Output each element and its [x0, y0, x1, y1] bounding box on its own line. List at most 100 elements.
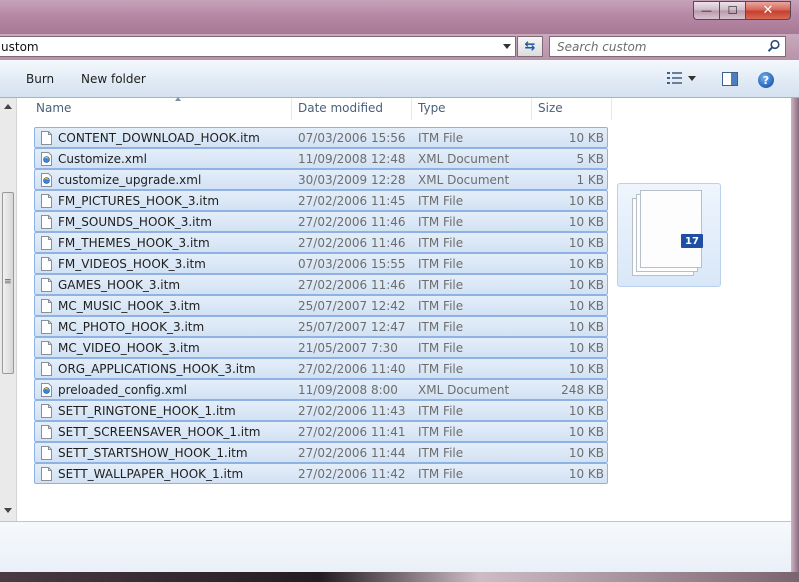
window-border [791, 98, 799, 582]
file-name: Customize.xml [58, 152, 147, 166]
itm-file-icon [41, 194, 52, 208]
scroll-up-icon[interactable] [4, 104, 12, 109]
file-row[interactable]: MC_VIDEO_HOOK_3.itm 21/05/2007 7:30 ITM Fi… [34, 337, 608, 358]
column-header-date[interactable]: Date modified [292, 98, 412, 120]
file-date-modified: 27/02/2006 11:42 [298, 467, 406, 481]
command-bar: Burn New folder [0, 60, 799, 98]
itm-file-icon [41, 320, 52, 334]
column-header-type-label: Type [418, 101, 446, 115]
navigation-pane-scrollbar[interactable]: ≡ [0, 98, 17, 521]
file-name: SETT_STARTSHOW_HOOK_1.itm [58, 446, 248, 460]
file-row[interactable]: FM_VIDEOS_HOOK_3.itm 07/03/2006 15:55 ITM … [34, 253, 608, 274]
new-folder-button[interactable]: New folder [81, 72, 146, 86]
change-view-button[interactable] [667, 72, 696, 84]
file-row[interactable]: SETT_WALLPAPER_HOOK_1.itm 27/02/2006 11:4… [34, 463, 608, 484]
file-name: SETT_SCREENSAVER_HOOK_1.itm [58, 425, 261, 439]
file-name: FM_THEMES_HOOK_3.itm [58, 236, 210, 250]
file-row[interactable]: SETT_SCREENSAVER_HOOK_1.itm 27/02/2006 11… [34, 421, 608, 442]
address-history-dropdown-icon[interactable] [503, 44, 511, 49]
file-name: FM_VIDEOS_HOOK_3.itm [58, 257, 206, 271]
file-name: ORG_APPLICATIONS_HOOK_3.itm [58, 362, 256, 376]
file-size: 10 KB [568, 320, 604, 334]
file-size: 10 KB [568, 467, 604, 481]
file-type: ITM File [418, 257, 464, 271]
file-row[interactable]: FM_THEMES_HOOK_3.itm 27/02/2006 11:46 ITM … [34, 232, 608, 253]
file-date-modified: 27/02/2006 11:46 [298, 215, 406, 229]
help-button[interactable]: ? [758, 72, 774, 88]
minimize-button[interactable]: — [693, 1, 719, 20]
file-name: preloaded_config.xml [58, 383, 187, 397]
itm-file-icon [41, 404, 52, 418]
file-type: ITM File [418, 404, 464, 418]
file-row[interactable]: SETT_RINGTONE_HOOK_1.itm 27/02/2006 11:43… [34, 400, 608, 421]
file-name: FM_PICTURES_HOOK_3.itm [58, 194, 220, 208]
file-name: MC_MUSIC_HOOK_3.itm [58, 299, 201, 313]
file-name: FM_SOUNDS_HOOK_3.itm [58, 215, 212, 229]
file-row[interactable]: SETT_STARTSHOW_HOOK_1.itm 27/02/2006 11:4… [34, 442, 608, 463]
refresh-icon: ⇆ [524, 39, 536, 54]
file-date-modified: 27/02/2006 11:40 [298, 362, 406, 376]
maximize-button[interactable]: ☐ [719, 1, 745, 20]
file-size: 10 KB [568, 257, 604, 271]
details-view-icon [667, 72, 682, 84]
itm-file-icon [41, 299, 52, 313]
search-icon[interactable] [767, 39, 781, 53]
close-button[interactable]: ✕ [745, 1, 791, 20]
file-row[interactable]: CONTENT_DOWNLOAD_HOOK.itm 07/03/2006 15:5… [34, 127, 608, 148]
grip-icon: ≡ [4, 277, 12, 287]
column-header-size[interactable]: Size [532, 98, 612, 120]
file-row[interactable]: GAMES_HOOK_3.itm 27/02/2006 11:46 ITM File… [34, 274, 608, 295]
scroll-down-icon[interactable] [4, 508, 12, 513]
xml-file-icon [41, 383, 52, 397]
column-header-size-label: Size [538, 101, 563, 115]
column-header-type[interactable]: Type [412, 98, 532, 120]
selected-count-badge: 17 [681, 234, 703, 248]
file-row[interactable]: customize_upgrade.xml 30/03/2009 12:28 XML… [34, 169, 608, 190]
column-header-name[interactable]: Name [30, 98, 292, 120]
file-date-modified: 27/02/2006 11:43 [298, 404, 406, 418]
xml-file-icon [41, 173, 52, 187]
file-type: ITM File [418, 425, 464, 439]
file-type: ITM File [418, 278, 464, 292]
itm-file-icon [41, 425, 52, 439]
file-row[interactable]: preloaded_config.xml 11/09/2008 8:00 XML D… [34, 379, 608, 400]
address-row: ustom ⇆ Search custom [0, 34, 799, 60]
itm-file-icon [41, 446, 52, 460]
file-date-modified: 07/03/2006 15:56 [298, 131, 406, 145]
file-date-modified: 27/02/2006 11:46 [298, 278, 406, 292]
views-dropdown-icon [688, 75, 696, 81]
file-row[interactable]: ORG_APPLICATIONS_HOOK_3.itm 27/02/2006 11… [34, 358, 608, 379]
file-type: ITM File [418, 299, 464, 313]
file-name: customize_upgrade.xml [58, 173, 202, 187]
itm-file-icon [41, 131, 52, 145]
burn-button[interactable]: Burn [26, 72, 54, 86]
file-date-modified: 11/09/2008 8:00 [298, 383, 398, 397]
file-size: 1 KB [576, 173, 604, 187]
file-name: SETT_RINGTONE_HOOK_1.itm [58, 404, 236, 418]
itm-file-icon [41, 278, 52, 292]
file-row[interactable]: Customize.xml 11/09/2008 12:48 XML Documen… [34, 148, 608, 169]
column-headers: Name Date modified Type Size [18, 97, 612, 120]
search-placeholder: Search custom [557, 40, 647, 54]
file-size: 248 KB [561, 383, 604, 397]
itm-file-icon [41, 362, 52, 376]
column-header-name-label: Name [36, 101, 72, 115]
file-view: ≡ Name Date modified Type Size CONTENT_D… [0, 97, 791, 521]
selection-preview: 17 [617, 183, 721, 287]
file-row[interactable]: FM_PICTURES_HOOK_3.itm 27/02/2006 11:45 IT… [34, 190, 608, 211]
file-type: ITM File [418, 320, 464, 334]
file-row[interactable]: MC_MUSIC_HOOK_3.itm 25/07/2007 12:42 ITM F… [34, 295, 608, 316]
address-bar[interactable]: ustom [0, 36, 516, 57]
file-row[interactable]: MC_PHOTO_HOOK_3.itm 25/07/2007 12:47 ITM F… [34, 316, 608, 337]
address-path: ustom [1, 39, 39, 54]
caption-buttons: — ☐ ✕ [693, 1, 791, 20]
file-size: 5 KB [576, 152, 604, 166]
preview-pane-icon[interactable] [722, 72, 738, 86]
search-input[interactable]: Search custom [549, 36, 786, 57]
file-type: ITM File [418, 215, 464, 229]
file-row[interactable]: FM_SOUNDS_HOOK_3.itm 27/02/2006 11:46 ITM … [34, 211, 608, 232]
itm-file-icon [41, 236, 52, 250]
file-size: 10 KB [568, 236, 604, 250]
refresh-button[interactable]: ⇆ [517, 36, 543, 57]
file-list: CONTENT_DOWNLOAD_HOOK.itm 07/03/2006 15:5… [34, 127, 608, 484]
